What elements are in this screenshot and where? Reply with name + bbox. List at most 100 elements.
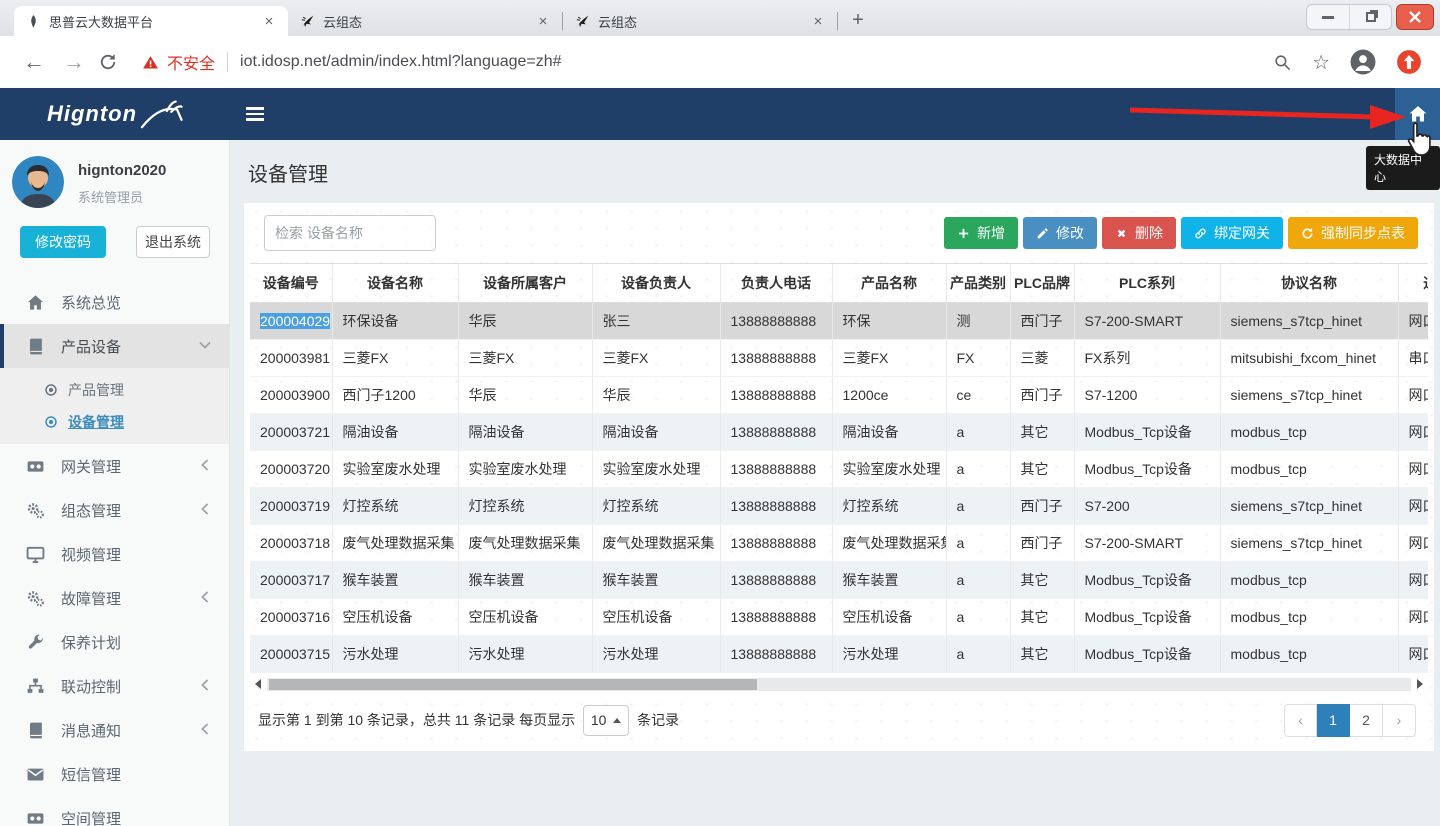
table-cell: 网口 <box>1398 413 1428 450</box>
scroll-right-icon[interactable] <box>1414 678 1426 691</box>
refresh-icon <box>1301 227 1314 240</box>
table-row[interactable]: 200003719灯控系统灯控系统灯控系统13888888888灯控系统a西门子… <box>250 487 1428 524</box>
browser-tab[interactable]: 云组态× <box>288 6 562 36</box>
security-warning-text[interactable]: 不安全 <box>167 50 215 74</box>
table-cell: S7-200 <box>1074 487 1220 524</box>
column-header-PLC品牌[interactable]: PLC品牌 <box>1010 264 1074 302</box>
address-bar[interactable]: 不安全 iot.idosp.net/admin/index.html?langu… <box>142 50 1265 74</box>
table-cell: 三菱FX <box>332 339 458 376</box>
close-button[interactable] <box>1396 4 1434 30</box>
table-cell: 灯控系统 <box>332 487 458 524</box>
logo-text: Hignton <box>47 101 137 127</box>
minimize-button[interactable] <box>1307 5 1349 29</box>
sidebar-item-视频管理[interactable]: 视频管理 <box>0 532 229 576</box>
browser-tab[interactable]: 云组态× <box>563 6 837 36</box>
table-row[interactable]: 200004029环保设备华辰张三13888888888环保测西门子S7-200… <box>250 302 1428 339</box>
table-cell: S7-200-SMART <box>1074 302 1220 339</box>
gateway-icon <box>26 457 45 476</box>
profile-avatar-icon[interactable] <box>1350 49 1376 75</box>
table-cell: 西门子 <box>1010 376 1074 413</box>
extension-badge-icon[interactable] <box>1396 49 1422 75</box>
sidebar-item-产品设备[interactable]: 产品设备 <box>0 324 229 368</box>
action-button-强制同步点表[interactable]: 强制同步点表 <box>1288 217 1418 249</box>
sidebar-subitem-设备管理[interactable]: 设备管理 <box>0 406 229 438</box>
new-tab-button[interactable]: + <box>844 6 872 34</box>
toolbar-buttons: 新增 修改删除绑定网关强制同步点表 <box>944 217 1418 249</box>
table-cell: 200003717 <box>250 561 332 598</box>
change-password-button[interactable]: 修改密码 <box>20 226 106 258</box>
sitemap-icon <box>26 677 45 696</box>
scroll-left-icon[interactable] <box>252 678 264 691</box>
device-table-wrap: 设备编号设备名称设备所属客户设备负责人负责人电话产品名称产品类别PLC品牌PLC… <box>250 263 1428 673</box>
device-search-input[interactable] <box>264 215 436 251</box>
action-button-绑定网关[interactable]: 绑定网关 <box>1181 217 1283 249</box>
menu-toggle-button[interactable] <box>230 88 264 140</box>
table-row[interactable]: 200003716空压机设备空压机设备空压机设备13888888888空压机设备… <box>250 598 1428 635</box>
page-size-select[interactable]: 10 <box>583 705 629 736</box>
table-row[interactable]: 200003718废气处理数据采集废气处理数据采集废气处理数据采集1388888… <box>250 524 1428 561</box>
table-cell: modbus_tcp <box>1220 413 1398 450</box>
warning-icon <box>142 54 159 71</box>
table-row[interactable]: 200003981三菱FX三菱FX三菱FX13888888888三菱FXFX三菱… <box>250 339 1428 376</box>
table-row[interactable]: 200003900西门子1200华辰华辰138888888881200cece西… <box>250 376 1428 413</box>
action-button-删除[interactable]: 删除 <box>1102 217 1176 249</box>
annotation-red-arrow <box>1128 102 1412 137</box>
action-button-新增[interactable]: 新增 <box>944 217 1018 249</box>
column-header-产品类别[interactable]: 产品类别 <box>946 264 1010 302</box>
back-icon[interactable]: ← <box>18 49 50 75</box>
table-cell: modbus_tcp <box>1220 450 1398 487</box>
table-row[interactable]: 200003721隔油设备隔油设备隔油设备13888888888隔油设备a其它M… <box>250 413 1428 450</box>
table-row[interactable]: 200003720实验室废水处理实验室废水处理实验室废水处理1388888888… <box>250 450 1428 487</box>
prev-page-button[interactable]: ‹ <box>1284 704 1317 737</box>
pencil-icon <box>1036 227 1049 240</box>
restore-icon <box>1366 12 1376 22</box>
column-header-设备负责人[interactable]: 设备负责人 <box>592 264 720 302</box>
envelope-icon <box>26 765 45 784</box>
column-header-负责人电话[interactable]: 负责人电话 <box>720 264 832 302</box>
next-page-button[interactable]: › <box>1383 704 1416 737</box>
column-header-协议名称[interactable]: 协议名称 <box>1220 264 1398 302</box>
column-header-设备名称[interactable]: 设备名称 <box>332 264 458 302</box>
tab-close-icon[interactable]: × <box>534 13 552 30</box>
logout-button[interactable]: 退出系统 <box>136 226 210 258</box>
sidebar-item-保养计划[interactable]: 保养计划 <box>0 620 229 664</box>
table-cell: 200003716 <box>250 598 332 635</box>
bookmark-star-icon[interactable]: ☆ <box>1312 50 1330 75</box>
sidebar-item-消息通知[interactable]: 消息通知 <box>0 708 229 752</box>
column-header-PLC系列[interactable]: PLC系列 <box>1074 264 1220 302</box>
sidebar-item-空间管理[interactable]: 空间管理 <box>0 796 229 826</box>
url-text[interactable]: iot.idosp.net/admin/index.html?language=… <box>240 53 562 71</box>
column-header-设备所属客户[interactable]: 设备所属客户 <box>458 264 592 302</box>
table-cell: 其它 <box>1010 635 1074 672</box>
sidebar-item-联动控制[interactable]: 联动控制 <box>0 664 229 708</box>
forward-icon[interactable]: → <box>58 49 90 75</box>
action-button-修改[interactable]: 修改 <box>1023 217 1097 249</box>
table-row[interactable]: 200003717猴车装置猴车装置猴车装置13888888888猴车装置a其它M… <box>250 561 1428 598</box>
browser-tab[interactable]: 思普云大数据平台× <box>14 6 288 36</box>
column-header-设备编号[interactable]: 设备编号 <box>250 264 332 302</box>
scrollbar-thumb[interactable] <box>269 679 757 690</box>
scrollbar-track[interactable] <box>267 678 1411 691</box>
restore-button[interactable] <box>1349 5 1391 29</box>
sidebar-item-网关管理[interactable]: 网关管理 <box>0 444 229 488</box>
column-header-产品名称[interactable]: 产品名称 <box>832 264 946 302</box>
action-button-label: 修改 <box>1056 223 1084 243</box>
sidebar-item-系统总览[interactable]: 系统总览 <box>0 280 229 324</box>
tab-close-icon[interactable]: × <box>260 13 278 30</box>
page-button-1[interactable]: 1 <box>1317 704 1350 737</box>
table-cell: Modbus_Tcp设备 <box>1074 413 1220 450</box>
sidebar-item-短信管理[interactable]: 短信管理 <box>0 752 229 796</box>
sidebar-item-组态管理[interactable]: 组态管理 <box>0 488 229 532</box>
zoom-search-icon[interactable] <box>1273 53 1292 72</box>
horizontal-scrollbar[interactable] <box>252 677 1426 692</box>
sidebar-subitem-产品管理[interactable]: 产品管理 <box>0 374 229 406</box>
table-cell: 其它 <box>1010 561 1074 598</box>
tab-close-icon[interactable]: × <box>809 13 827 30</box>
page-button-2[interactable]: 2 <box>1350 704 1383 737</box>
sidebar-item-故障管理[interactable]: 故障管理 <box>0 576 229 620</box>
table-row[interactable]: 200003715污水处理污水处理污水处理13888888888污水处理a其它M… <box>250 635 1428 672</box>
reload-icon[interactable] <box>98 52 118 72</box>
table-cell: 空压机设备 <box>592 598 720 635</box>
table-cell: 灯控系统 <box>458 487 592 524</box>
column-header-通讯[interactable]: 通讯 <box>1398 264 1428 302</box>
